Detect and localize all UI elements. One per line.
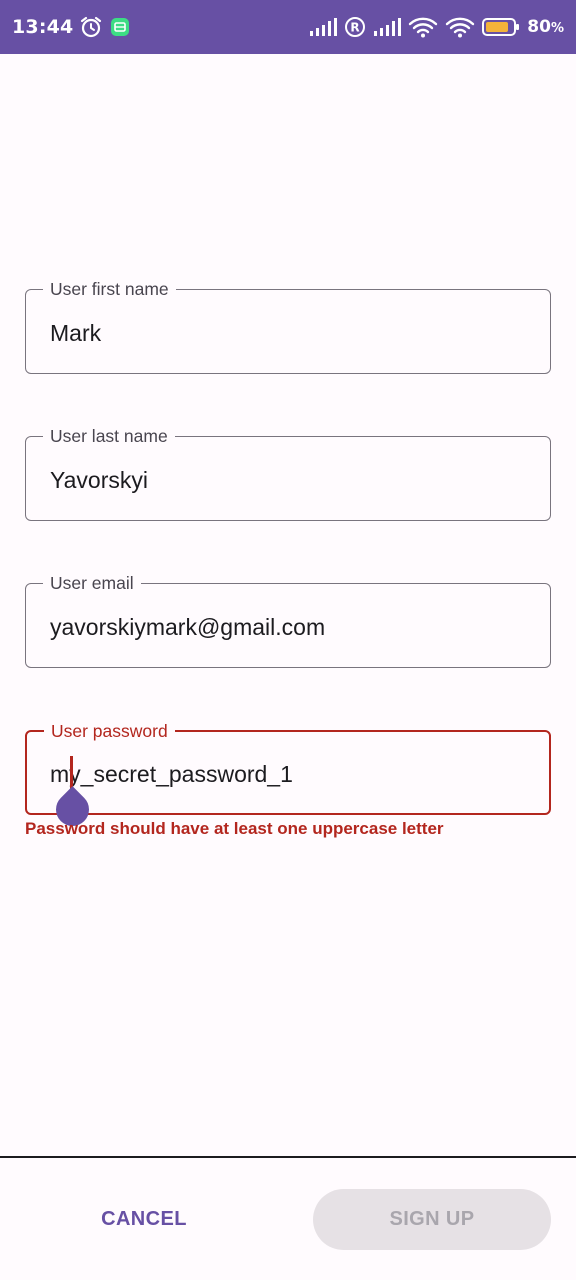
email-field[interactable]: User email yavorskiymark@gmail.com <box>25 573 551 668</box>
status-time: 13:44 <box>12 16 74 38</box>
password-field[interactable]: User password my_secret_password_1 <box>25 721 551 815</box>
first-name-field[interactable]: User first name Mark <box>25 279 551 374</box>
battery-percent: 80% <box>527 17 564 37</box>
cancel-button[interactable]: CANCEL <box>40 1189 248 1250</box>
sign-up-button[interactable]: SIGN UP <box>313 1189 551 1250</box>
last-name-value[interactable]: Yavorskyi <box>50 467 148 493</box>
svg-text:R: R <box>351 21 360 35</box>
notification-app-icon <box>109 16 131 38</box>
first-name-label: User first name <box>43 279 176 299</box>
status-bar: 13:44 R 80% <box>0 0 576 54</box>
email-label: User email <box>43 573 141 593</box>
last-name-field[interactable]: User last name Yavorskyi <box>25 426 551 521</box>
battery-icon <box>482 17 520 37</box>
wifi-icon <box>445 16 475 38</box>
last-name-label: User last name <box>43 426 175 446</box>
password-label: User password <box>44 721 175 741</box>
roaming-icon: R <box>344 16 366 38</box>
first-name-value[interactable]: Mark <box>50 320 101 346</box>
wifi-icon <box>408 16 438 38</box>
password-value[interactable]: my_secret_password_1 <box>50 761 293 787</box>
alarm-icon <box>79 15 103 39</box>
status-right: R 80% <box>309 16 564 38</box>
signal-icon <box>373 17 402 37</box>
email-value[interactable]: yavorskiymark@gmail.com <box>50 614 325 640</box>
bottom-divider <box>0 1156 576 1158</box>
status-left: 13:44 <box>12 15 131 39</box>
signal-icon <box>309 17 338 37</box>
password-error-message: Password should have at least one upperc… <box>25 819 444 838</box>
